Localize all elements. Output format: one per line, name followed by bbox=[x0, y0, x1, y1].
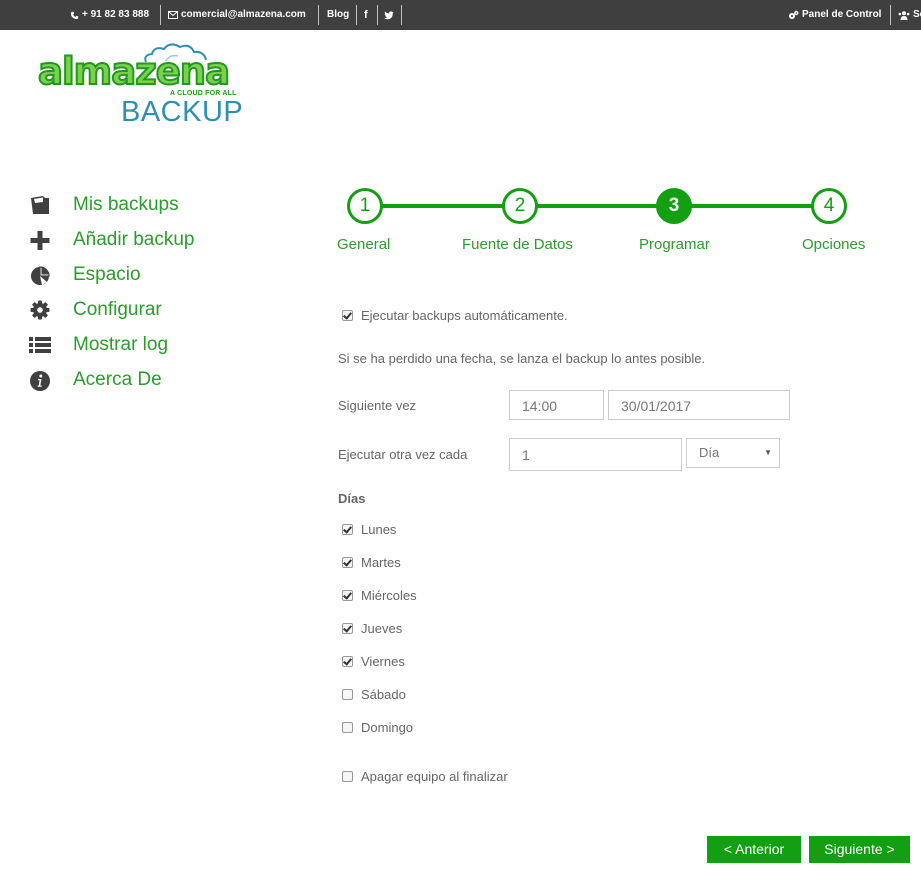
next-date-input[interactable]: 30/01/2017 bbox=[608, 390, 790, 420]
divider bbox=[318, 5, 319, 25]
almazena-backup-logo[interactable]: almazena A CLOUD FOR ALL BACKUP bbox=[37, 43, 243, 129]
days-title: Días bbox=[338, 491, 366, 506]
phone-link[interactable]: + 91 82 83 888 bbox=[70, 0, 149, 30]
phone-icon bbox=[70, 11, 79, 19]
step-4-label[interactable]: Opciones bbox=[802, 236, 865, 253]
day-friday-label: Viernes bbox=[361, 654, 405, 669]
step-4-circle[interactable]: 4 bbox=[811, 188, 847, 224]
sidebar-item-label: Acerca De bbox=[73, 369, 162, 390]
repeat-value-input[interactable]: 1 bbox=[509, 438, 682, 471]
divider bbox=[890, 5, 891, 25]
shutdown-checkbox[interactable] bbox=[342, 771, 353, 782]
caret-down-icon: ▼ bbox=[764, 448, 772, 457]
sidebar-item-label: Configurar bbox=[73, 299, 162, 320]
day-sunday-checkbox[interactable] bbox=[342, 722, 353, 733]
sidebar-item-space[interactable]: Espacio bbox=[29, 261, 259, 289]
step-2-label[interactable]: Fuente de Datos bbox=[462, 236, 573, 253]
sidebar-item-label: Mostrar log bbox=[73, 334, 169, 355]
day-thursday-checkbox[interactable] bbox=[342, 623, 353, 634]
list-icon bbox=[29, 337, 51, 353]
sidebar-item-my-backups[interactable]: Mis backups bbox=[29, 191, 259, 219]
gear-icon bbox=[30, 300, 50, 320]
day-saturday-checkbox[interactable] bbox=[342, 689, 353, 700]
day-wednesday-checkbox[interactable] bbox=[342, 590, 353, 601]
day-monday-checkbox[interactable] bbox=[342, 524, 353, 535]
user-text: So bbox=[913, 9, 921, 20]
repeat-label: Ejecutar otra vez cada bbox=[338, 447, 468, 462]
step-1-label[interactable]: General bbox=[337, 236, 390, 253]
repeat-unit-select[interactable]: Día ▼ bbox=[686, 438, 780, 468]
facebook-icon: f bbox=[364, 9, 368, 21]
day-tuesday-label: Martes bbox=[361, 555, 401, 570]
divider bbox=[401, 5, 402, 25]
pie-chart-icon bbox=[31, 266, 50, 285]
divider bbox=[356, 5, 357, 25]
blog-text: Blog bbox=[327, 9, 350, 20]
sidebar-item-configure[interactable]: Configurar bbox=[29, 296, 259, 324]
twitter-link[interactable] bbox=[384, 0, 394, 30]
next-time-label: Siguiente vez bbox=[338, 398, 417, 413]
cogs-icon bbox=[789, 10, 799, 19]
user-link[interactable]: So bbox=[898, 0, 921, 30]
control-panel-text: Panel de Control bbox=[802, 9, 882, 20]
day-sunday-label: Domingo bbox=[361, 720, 414, 735]
day-monday-label: Lunes bbox=[361, 522, 397, 537]
plus-icon bbox=[30, 231, 50, 250]
envelope-icon bbox=[168, 11, 178, 19]
step-3-circle[interactable]: 3 bbox=[656, 188, 692, 224]
blog-link[interactable]: Blog bbox=[327, 0, 349, 30]
divider bbox=[160, 5, 161, 25]
next-time-input[interactable]: 14:00 bbox=[509, 390, 604, 420]
auto-backup-label: Ejecutar backups automáticamente. bbox=[361, 308, 568, 323]
divider bbox=[377, 5, 378, 25]
control-panel-link[interactable]: Panel de Control bbox=[788, 0, 881, 30]
step-3-label[interactable]: Programar bbox=[639, 236, 710, 253]
top-bar: + 91 82 83 888 comercial@almazena.com Bl… bbox=[0, 0, 921, 30]
day-tuesday-checkbox[interactable] bbox=[342, 557, 353, 568]
step-1-circle[interactable]: 1 bbox=[347, 188, 383, 224]
brand-name: almazena bbox=[37, 50, 231, 93]
day-saturday-label: Sábado bbox=[361, 687, 406, 702]
sidebar-item-add-backup[interactable]: Añadir backup bbox=[29, 226, 259, 254]
facebook-link[interactable]: f bbox=[364, 0, 368, 30]
day-wednesday-label: Miércoles bbox=[361, 588, 417, 603]
auto-backup-checkbox[interactable] bbox=[342, 310, 353, 321]
email-link[interactable]: comercial@almazena.com bbox=[168, 0, 306, 30]
product-name: BACKUP bbox=[121, 96, 244, 128]
shutdown-label: Apagar equipo al finalizar bbox=[361, 769, 508, 784]
email-text: comercial@almazena.com bbox=[181, 9, 306, 20]
folder-icon bbox=[31, 196, 49, 214]
day-friday-checkbox[interactable] bbox=[342, 656, 353, 667]
sidebar-item-label: Mis backups bbox=[73, 194, 179, 215]
sidebar-item-show-log[interactable]: Mostrar log bbox=[29, 331, 259, 359]
sidebar-item-label: Espacio bbox=[73, 264, 141, 285]
repeat-unit-value: Día bbox=[699, 445, 720, 460]
missed-date-info: Si se ha perdido una fecha, se lanza el … bbox=[338, 351, 706, 366]
info-icon bbox=[30, 371, 50, 391]
phone-text: + 91 82 83 888 bbox=[82, 9, 150, 20]
step-2-circle[interactable]: 2 bbox=[502, 188, 538, 224]
twitter-icon bbox=[384, 10, 394, 19]
sidebar-item-about[interactable]: Acerca De bbox=[29, 366, 259, 394]
users-icon bbox=[898, 10, 910, 20]
day-thursday-label: Jueves bbox=[361, 621, 403, 636]
next-button[interactable]: Siguiente > bbox=[809, 836, 910, 863]
previous-button[interactable]: < Anterior bbox=[707, 836, 801, 863]
sidebar-item-label: Añadir backup bbox=[73, 229, 195, 250]
stepper-line bbox=[366, 204, 830, 208]
